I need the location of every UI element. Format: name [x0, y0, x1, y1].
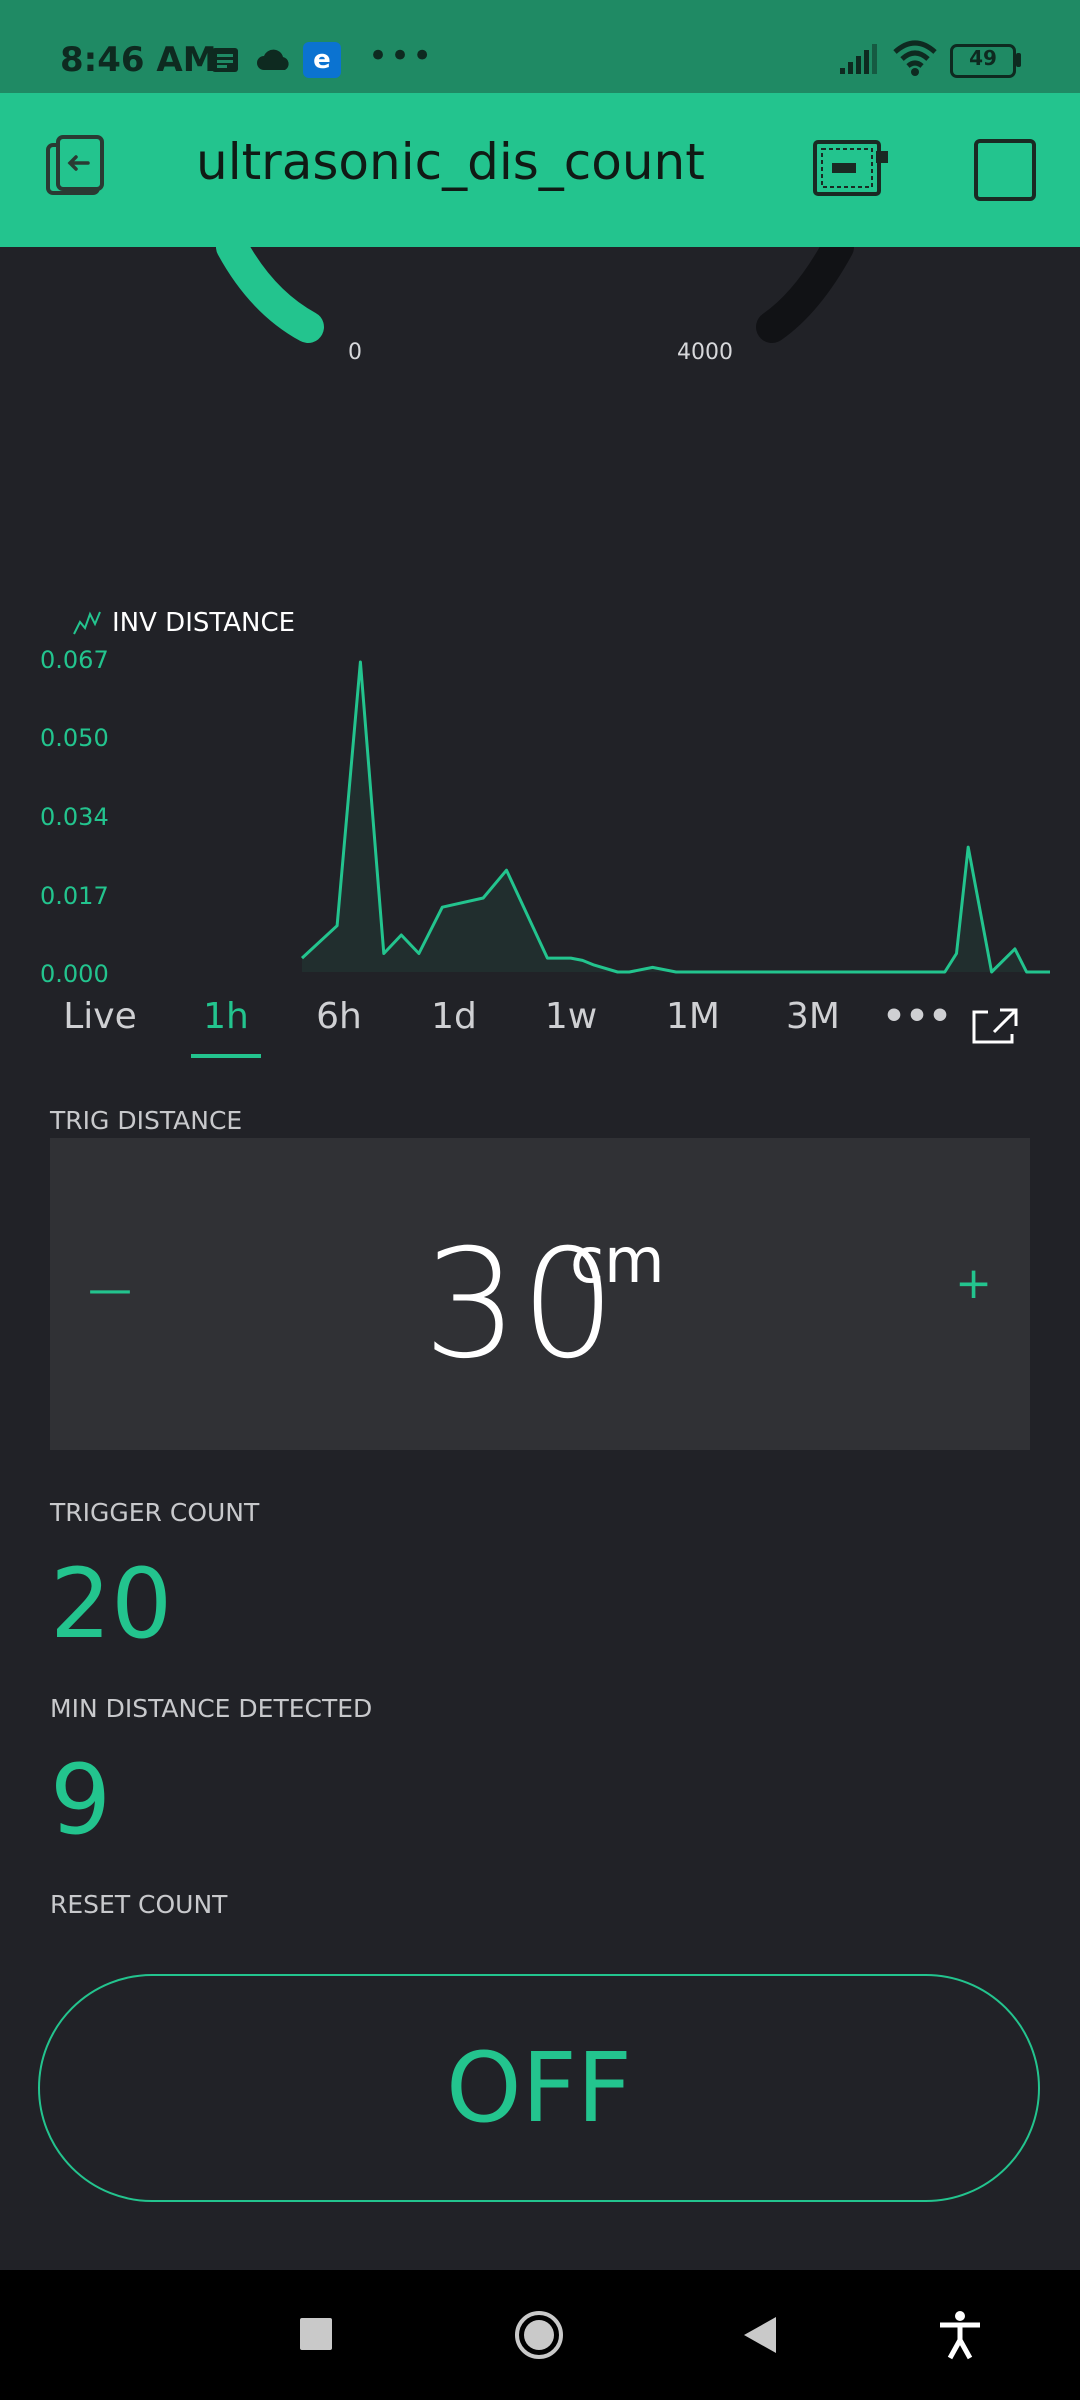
trig-distance-label: TRIG DISTANCE — [50, 1106, 243, 1135]
status-time: 8:46 AM — [60, 40, 217, 80]
page-title: ultrasonic_dis_count — [196, 133, 705, 191]
trig-distance-stepper[interactable]: — 30 cm + — [50, 1138, 1030, 1450]
increment-button[interactable]: + — [955, 1258, 992, 1309]
trigger-count-value: 20 — [50, 1548, 173, 1660]
chart-line-icon — [73, 611, 101, 635]
accessibility-icon[interactable] — [938, 2310, 982, 2360]
tab-1h[interactable]: 1h — [166, 996, 286, 1037]
min-distance-label: MIN DISTANCE DETECTED — [50, 1694, 373, 1723]
reset-count-label: RESET COUNT — [50, 1890, 228, 1919]
expand-icon[interactable] — [970, 1006, 1020, 1046]
home-icon[interactable] — [514, 2310, 564, 2360]
status-bar: 8:46 AM e ••• 49 — [0, 0, 1080, 93]
min-distance-value: 9 — [50, 1744, 112, 1856]
decrement-button[interactable]: — — [88, 1264, 132, 1315]
tab-1m[interactable]: 1M — [633, 996, 753, 1037]
device-icon[interactable] — [812, 139, 892, 199]
system-nav-bar — [0, 2270, 1080, 2400]
series-area — [302, 662, 1050, 972]
tab-6h[interactable]: 6h — [279, 996, 399, 1037]
reset-count-button[interactable]: OFF — [38, 1974, 1040, 2202]
back-icon[interactable] — [740, 2314, 780, 2356]
tab-live[interactable]: Live — [40, 996, 160, 1037]
app-bar: ultrasonic_dis_count — [0, 93, 1080, 247]
gauge — [216, 247, 854, 343]
gauge-max-label: 4000 — [677, 340, 733, 365]
trigger-count-label: TRIGGER COUNT — [50, 1498, 260, 1527]
exit-icon[interactable] — [42, 133, 108, 199]
period-more-icon[interactable]: ••• — [857, 996, 977, 1037]
tab-1w[interactable]: 1w — [511, 996, 631, 1037]
edge-icon: e — [303, 42, 341, 78]
reset-count-button-label: OFF — [446, 2032, 632, 2144]
cloud-icon — [257, 49, 289, 70]
square-icon[interactable] — [974, 139, 1036, 201]
battery-icon: 49 — [950, 44, 1021, 78]
chart-title: INV DISTANCE — [112, 608, 296, 638]
battery-level: 49 — [969, 46, 997, 70]
tab-1d[interactable]: 1d — [394, 996, 514, 1037]
recents-icon[interactable] — [300, 2318, 332, 2350]
active-tab-indicator — [191, 1054, 261, 1058]
news-icon — [212, 48, 238, 72]
tab-3m[interactable]: 3M — [753, 996, 873, 1037]
series-line — [300, 660, 1050, 974]
gauge-min-label: 0 — [348, 340, 362, 365]
more-icon: ••• — [368, 36, 435, 76]
wifi-icon — [893, 40, 937, 76]
signal-icon — [840, 44, 877, 74]
trig-distance-unit: cm — [570, 1224, 665, 1297]
inv-distance-chart[interactable] — [0, 640, 1080, 980]
